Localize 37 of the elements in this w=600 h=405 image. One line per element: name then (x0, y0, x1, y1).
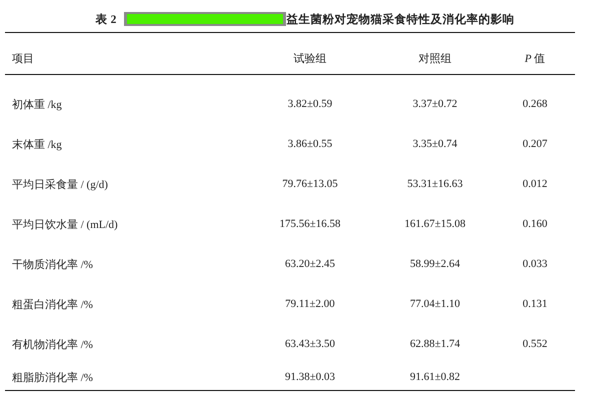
table-cell-text: 175.56±16.58 (278, 218, 342, 230)
table-cell-text: 初体重 /kg (11, 98, 63, 112)
table-cell-text: 有机物消化率 /% (11, 338, 94, 352)
table-cell-text: 53.31±16.63 (406, 178, 464, 190)
table-cell-text: 干物质消化率 /% (11, 258, 94, 272)
table-cell-text: 63.43±3.50 (284, 338, 336, 350)
table-cell-text: 末体重 /kg (11, 138, 63, 152)
table-cell-text: 0.207 (522, 138, 548, 150)
table-cell-text: 0.552 (522, 338, 548, 350)
table-cell-text: 平均日采食量 / (g/d) (11, 178, 109, 192)
table-cell-text: 3.37±0.72 (412, 98, 458, 110)
table-cell-text: 161.67±15.08 (403, 218, 467, 230)
table-cell-text: 0.033 (522, 258, 548, 270)
table-number: 表 2 (96, 12, 116, 26)
table-cell-text: 平均日饮水量 / (mL/d) (11, 218, 119, 232)
table-cell-text: 77.04±1.10 (408, 298, 462, 310)
table-cell-text: 91.38±0.03 (284, 371, 336, 383)
table-cell-text: 62.88±1.74 (408, 338, 462, 350)
table-cell-text: 91.61±0.82 (408, 371, 462, 383)
table-cell-text: 0.160 (522, 218, 548, 230)
table-cell-text: 79.11±2.00 (284, 298, 336, 310)
column-header: 项目 (11, 52, 35, 66)
column-header: 对照组 (418, 52, 452, 66)
table-cell-text: 0.012 (522, 178, 548, 190)
table-cell-text: 3.86±0.55 (286, 138, 334, 150)
table-cell-text: 粗脂肪消化率 /% (11, 370, 94, 384)
table-cell-text: 58.99±2.64 (408, 258, 462, 270)
table-cell-text: 3.35±0.74 (412, 138, 458, 150)
table-cell-text: 粗蛋白消化率 /% (11, 298, 94, 312)
table-cell-text: 0.131 (522, 298, 548, 310)
table-cell-text: 0.268 (522, 98, 548, 110)
table-cell-text: 79.76±13.05 (281, 178, 339, 190)
table-cell-text: 63.20±2.45 (284, 258, 336, 270)
column-header: 试验组 (292, 52, 328, 66)
table-cell-text: 3.82±0.59 (286, 98, 334, 110)
table-caption: 益生菌粉对宠物猫采食特性及消化率的影响 (286, 12, 514, 26)
column-header: P 值 (524, 52, 546, 66)
